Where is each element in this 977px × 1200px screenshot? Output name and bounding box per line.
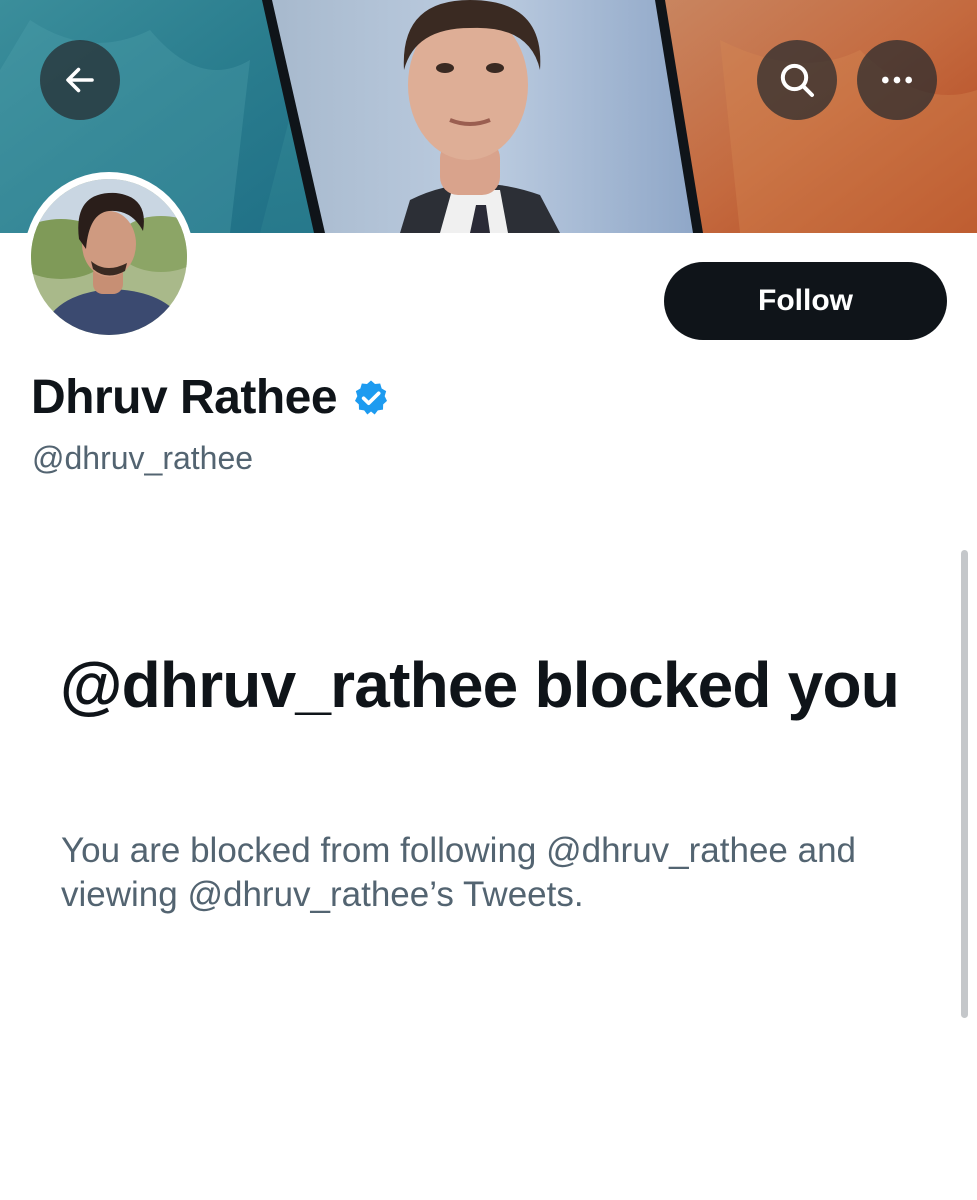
blocked-title: @dhruv_rathee blocked you bbox=[60, 649, 900, 721]
display-name: Dhruv Rathee bbox=[31, 371, 338, 424]
avatar[interactable] bbox=[24, 172, 194, 342]
scrollbar[interactable] bbox=[961, 550, 968, 1018]
avatar-image bbox=[31, 179, 187, 335]
more-options-button[interactable] bbox=[857, 40, 937, 120]
search-icon bbox=[780, 63, 814, 97]
blocked-description: You are blocked from following @dhruv_ra… bbox=[61, 831, 857, 914]
arrow-left-icon bbox=[66, 67, 94, 93]
follow-button[interactable]: Follow bbox=[664, 262, 947, 340]
profile-name-row: Dhruv Rathee bbox=[31, 370, 391, 425]
more-horizontal-icon bbox=[882, 76, 912, 84]
verified-badge-icon bbox=[355, 380, 388, 414]
search-button[interactable] bbox=[757, 40, 837, 120]
back-button[interactable] bbox=[40, 40, 120, 120]
profile-page: Follow Dhruv Rathee @dhruv_rathee @dhruv… bbox=[0, 0, 977, 1200]
profile-handle: @dhruv_rathee bbox=[32, 440, 254, 476]
